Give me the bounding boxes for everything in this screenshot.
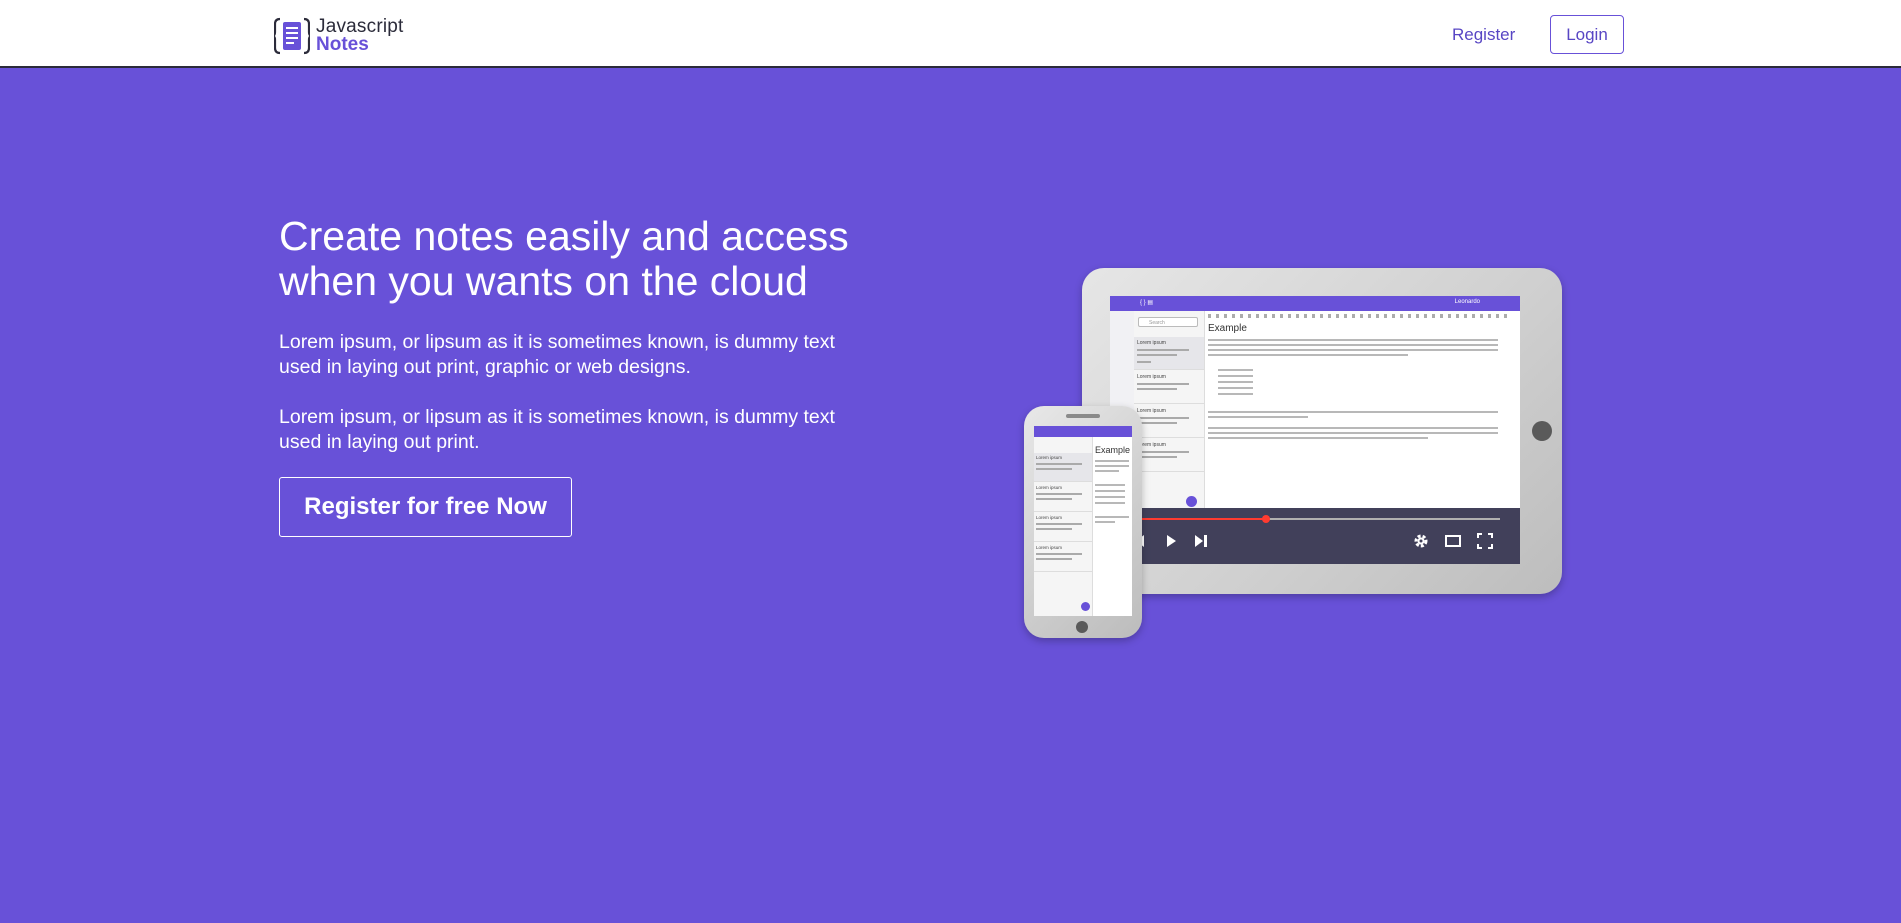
editor-bullet-line	[1218, 375, 1253, 377]
note-preview-line	[1137, 349, 1189, 351]
theater-mode-icon	[1445, 535, 1461, 547]
note-preview-line	[1137, 456, 1177, 458]
editor-bullet-line	[1095, 496, 1125, 498]
editor-text-line	[1095, 465, 1129, 467]
video-progress-fill	[1140, 518, 1266, 520]
hero-paragraph-1: Lorem ipsum, or lipsum as it is sometime…	[279, 331, 835, 378]
app-topbar	[1034, 426, 1132, 437]
register-free-button[interactable]: Register for free Now	[279, 477, 572, 537]
hero-title: Create notes easily and access when you …	[279, 213, 849, 304]
top-navbar: Javascript Notes Register Login	[0, 0, 1901, 68]
note-list-item: Lorem ipsum	[1134, 405, 1204, 438]
tablet-mockup: { } ▤ Leonardo Search Lorem ipsum Lorem …	[1082, 268, 1562, 594]
note-preview-line	[1137, 422, 1177, 424]
editor-bullet-line	[1095, 502, 1125, 504]
video-player-controls	[1110, 508, 1520, 564]
gear-icon	[1414, 534, 1428, 548]
editor-bullet-line	[1218, 369, 1253, 371]
note-preview-line	[1137, 388, 1177, 390]
editor-bullet-line	[1095, 490, 1125, 492]
note-title: Lorem ipsum	[1137, 340, 1166, 346]
editor-toolbar	[1208, 314, 1508, 318]
editor-text-line	[1208, 349, 1498, 351]
note-preview-line	[1036, 523, 1082, 525]
note-preview-line	[1137, 451, 1189, 453]
note-title: Lorem ipsum	[1036, 485, 1063, 490]
note-preview-line	[1036, 468, 1072, 470]
editor-bullet-line	[1095, 484, 1125, 486]
phone-home-button	[1076, 621, 1088, 633]
note-preview-line	[1036, 558, 1072, 560]
editor-bullet-line	[1218, 393, 1253, 395]
tablet-home-button	[1532, 421, 1552, 441]
app-brand: { } ▤	[1140, 300, 1154, 306]
editor-text-line	[1095, 470, 1119, 472]
editor-text-line	[1208, 437, 1428, 439]
note-preview-line	[1137, 383, 1189, 385]
editor-bullet-line	[1218, 381, 1253, 383]
note-title: Lorem ipsum	[1036, 515, 1063, 520]
editor-text-line	[1208, 416, 1308, 418]
editor-text-line	[1208, 354, 1408, 356]
editor-text-line	[1208, 411, 1498, 413]
note-title: Lorem ipsum	[1137, 374, 1166, 380]
note-preview-line	[1036, 498, 1072, 500]
note-preview-line	[1036, 463, 1082, 465]
fullscreen-icon	[1477, 533, 1493, 549]
editor-text-line	[1095, 516, 1129, 518]
logo[interactable]: Javascript Notes	[274, 16, 404, 56]
editor-heading: Example	[1095, 445, 1131, 455]
editor-text-line	[1208, 344, 1498, 346]
note-list-item: Lorem ipsum	[1134, 337, 1204, 370]
editor-text-line	[1208, 432, 1498, 434]
note-title: Lorem ipsum	[1036, 455, 1063, 460]
logo-text-notes: Notes	[316, 34, 369, 55]
phone-screen: Lorem ipsum Lorem ipsum Lorem ipsum Lore…	[1034, 426, 1132, 616]
editor-text-line	[1208, 339, 1498, 341]
login-button[interactable]: Login	[1550, 15, 1624, 54]
note-preview-line	[1036, 528, 1072, 530]
add-note-icon	[1186, 496, 1197, 507]
add-note-icon	[1081, 602, 1090, 611]
note-list-item: Lorem ipsum	[1034, 453, 1092, 482]
app-topbar: { } ▤ Leonardo	[1110, 296, 1520, 311]
note-preview-line	[1137, 354, 1177, 356]
editor-heading: Example	[1208, 323, 1247, 334]
app-user-name: Leonardo	[1454, 299, 1480, 305]
video-progress-knob	[1262, 515, 1270, 523]
hero-paragraph-2: Lorem ipsum, or lipsum as it is sometime…	[279, 406, 835, 453]
note-preview-line	[1137, 417, 1189, 419]
next-icon	[1195, 535, 1207, 547]
editor-text-line	[1095, 521, 1115, 523]
editor-text-line	[1208, 427, 1498, 429]
note-list-item: Lorem ipsum	[1134, 371, 1204, 404]
note-list-item: Lorem ipsum	[1034, 483, 1092, 512]
editor-text-line	[1095, 460, 1129, 462]
tablet-screen: { } ▤ Leonardo Search Lorem ipsum Lorem …	[1110, 296, 1520, 564]
note-title: Lorem ipsum	[1137, 408, 1166, 414]
note-list-item: Lorem ipsum	[1034, 543, 1092, 572]
app-note-list: Lorem ipsum Lorem ipsum Lorem ipsum Lore…	[1034, 437, 1093, 616]
phone-mockup: Lorem ipsum Lorem ipsum Lorem ipsum Lore…	[1024, 406, 1142, 638]
note-title: Lorem ipsum	[1036, 545, 1063, 550]
note-preview-line	[1036, 553, 1082, 555]
note-list-item: Lorem ipsum	[1034, 513, 1092, 542]
note-list-item: Lorem ipsum	[1134, 439, 1204, 472]
phone-speaker	[1066, 414, 1100, 418]
note-preview-line	[1036, 493, 1082, 495]
app-search-input: Search	[1138, 317, 1198, 327]
editor-bullet-line	[1218, 387, 1253, 389]
play-icon	[1167, 535, 1176, 547]
note-date-line	[1137, 361, 1151, 363]
register-link[interactable]: Register	[1452, 25, 1515, 45]
notes-logo-icon	[274, 17, 310, 55]
